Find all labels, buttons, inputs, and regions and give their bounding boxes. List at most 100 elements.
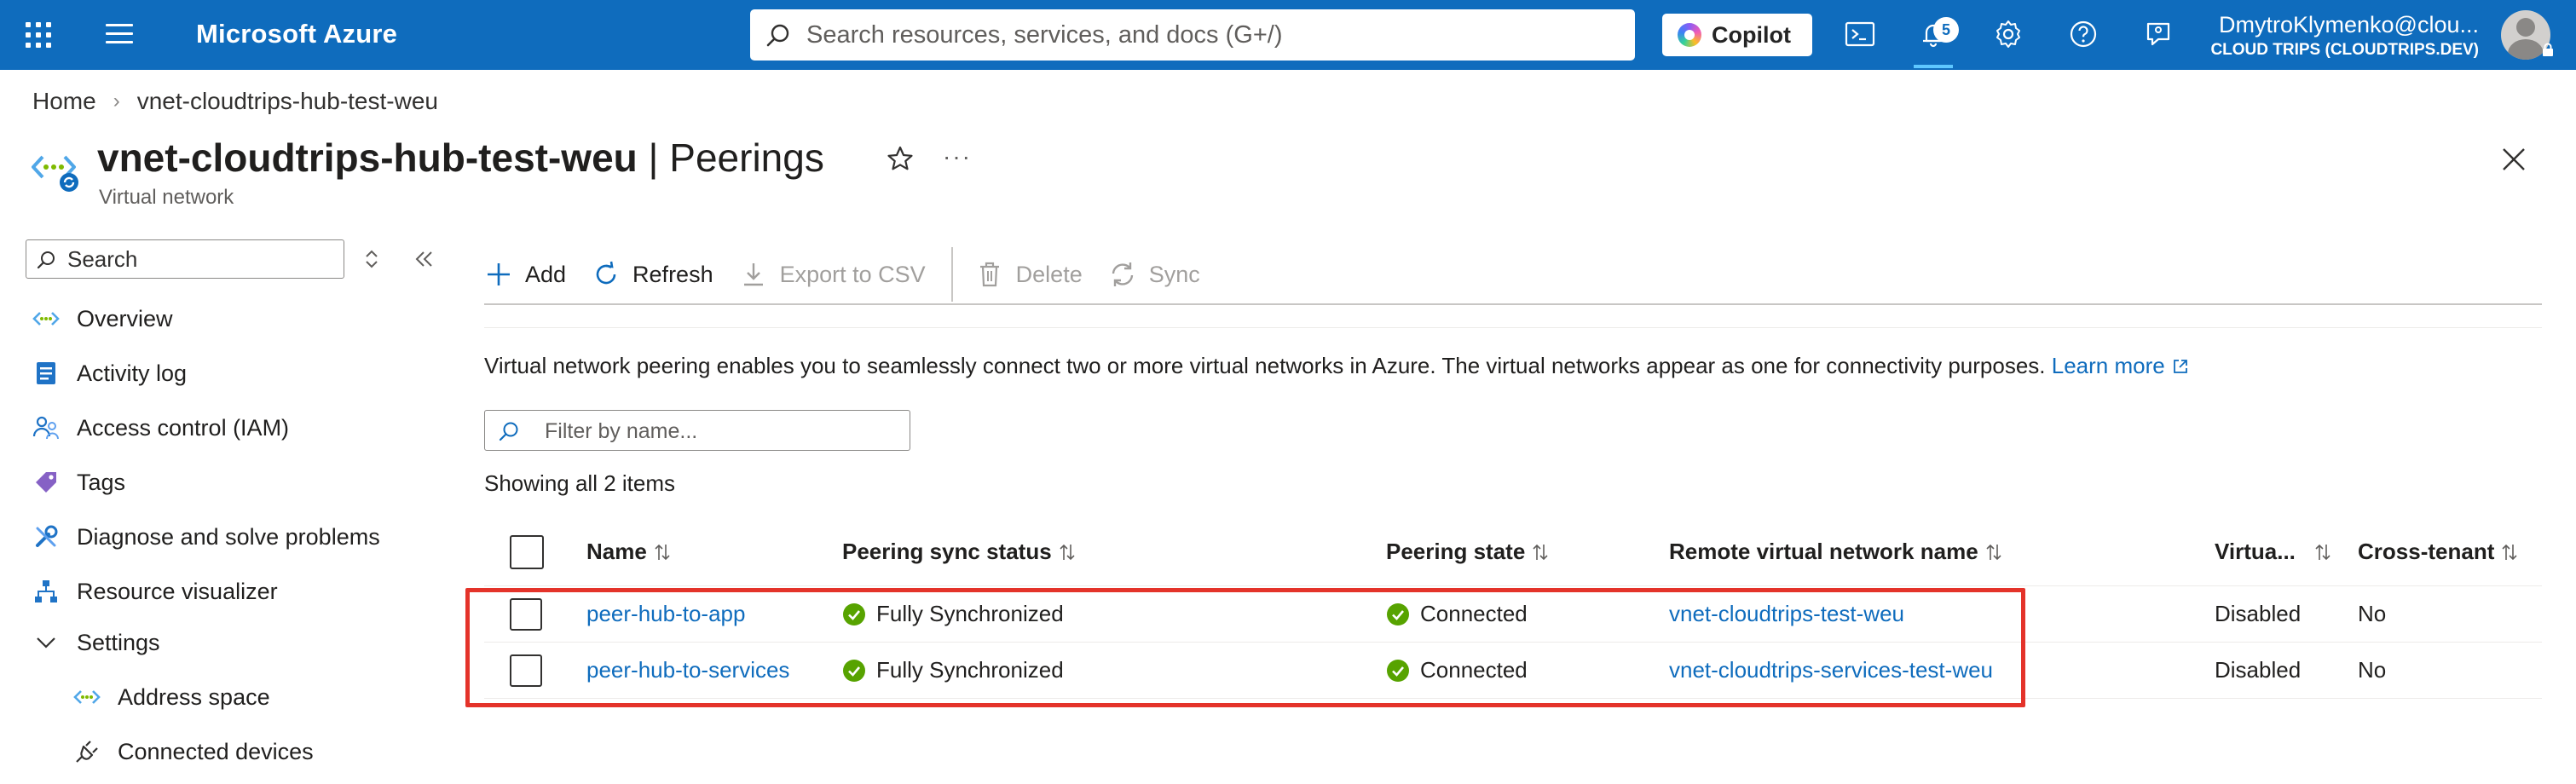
tag-icon <box>36 472 56 493</box>
remote-vnet-link[interactable]: vnet-cloudtrips-services-test-weu <box>1669 643 1993 698</box>
plus-icon <box>488 263 510 285</box>
brand-title[interactable]: Microsoft Azure <box>196 19 397 49</box>
nav-item-address-space[interactable]: Address space <box>73 683 270 711</box>
row-checkbox[interactable] <box>510 654 542 687</box>
select-all-checkbox[interactable] <box>510 534 544 569</box>
global-search[interactable] <box>750 9 1635 61</box>
column-header-label: Remote virtual network name <box>1669 539 1978 564</box>
column-header-virtual[interactable]: Virtua... <box>2215 518 2331 585</box>
cloud-shell-icon[interactable] <box>1843 17 1877 51</box>
nav-group-label: Settings <box>77 629 160 655</box>
column-header-peering-state[interactable]: Peering state <box>1386 518 1549 585</box>
feedback-icon[interactable] <box>2141 17 2175 51</box>
peering-name-link[interactable]: peer-hub-to-services <box>586 643 789 698</box>
row-select-cell <box>510 643 542 698</box>
search-icon <box>766 24 789 47</box>
breadcrumb-separator-icon: › <box>113 89 120 112</box>
more-actions-icon[interactable]: ··· <box>943 143 972 170</box>
peerings-table: Name Peering sync status Peering state R… <box>484 518 2542 699</box>
virtual-network-icon <box>32 155 78 192</box>
sort-icon[interactable] <box>361 247 382 271</box>
column-header-cross-tenant[interactable]: Cross-tenant <box>2358 518 2518 585</box>
visualizer-icon <box>35 580 57 602</box>
column-header-name[interactable]: Name <box>586 518 671 585</box>
resource-name: vnet-cloudtrips-hub-test-weu <box>97 135 638 180</box>
export-csv-button[interactable]: Export to CSV <box>739 260 926 289</box>
sync-icon <box>1112 262 1133 286</box>
title-separator: | <box>637 135 670 180</box>
peering-state-text: Connected <box>1420 657 1528 683</box>
learn-more-link[interactable]: Learn more <box>2052 353 2189 378</box>
refresh-icon <box>596 261 616 285</box>
sort-icon <box>1986 544 2001 560</box>
learn-more-label: Learn more <box>2051 353 2165 378</box>
refresh-button[interactable]: Refresh <box>592 260 713 289</box>
page-title: vnet-cloudtrips-hub-test-weu | Peerings <box>97 135 824 181</box>
column-header-label: Peering sync status <box>842 539 1052 564</box>
sync-button[interactable]: Sync <box>1108 260 1200 289</box>
vnet-icon <box>32 312 60 326</box>
command-divider <box>950 247 953 302</box>
table-row[interactable]: peer-hub-to-app Fully Synchronized Conne… <box>484 586 2542 643</box>
nav-item-label: Activity log <box>77 360 188 386</box>
help-icon[interactable] <box>2066 17 2100 51</box>
search-icon <box>499 422 518 441</box>
column-header-label: Cross-tenant <box>2358 539 2495 564</box>
nav-item-resource-visualizer[interactable]: Resource visualizer <box>32 578 278 605</box>
favorite-star-icon[interactable] <box>887 145 914 172</box>
breadcrumb-home[interactable]: Home <box>32 88 96 115</box>
nav-group-settings[interactable]: Settings <box>32 629 160 656</box>
nav-item-connected-devices[interactable]: Connected devices <box>73 738 314 765</box>
resource-type: Virtual network <box>99 186 234 209</box>
sync-label: Sync <box>1148 261 1200 287</box>
close-icon[interactable] <box>2501 147 2527 172</box>
peering-state-cell: Connected <box>1386 586 1528 642</box>
table-header: Name Peering sync status Peering state R… <box>484 518 2542 586</box>
column-header-sync-status[interactable]: Peering sync status <box>842 518 1076 585</box>
portal-menu-icon[interactable] <box>106 24 133 44</box>
column-header-label: Name <box>586 539 647 564</box>
info-text: Virtual network peering enables you to s… <box>484 353 2189 379</box>
nav-item-diagnose[interactable]: Diagnose and solve problems <box>32 523 380 551</box>
user-directory: CLOUD TRIPS (CLOUDTRIPS.DEV) <box>2210 41 2479 59</box>
peering-state-cell: Connected <box>1386 643 1528 698</box>
sort-icon <box>655 544 670 560</box>
column-header-remote-vnet[interactable]: Remote virtual network name <box>1669 518 2002 585</box>
peering-name-link[interactable]: peer-hub-to-app <box>586 586 745 642</box>
row-select-cell <box>510 586 542 642</box>
settings-gear-icon[interactable] <box>1991 17 2025 51</box>
nav-item-access-control[interactable]: Access control (IAM) <box>32 414 289 441</box>
copilot-button[interactable]: Copilot <box>1662 14 1812 56</box>
account-info[interactable]: DmytroKlymenko@clou... CLOUD TRIPS (CLOU… <box>2206 12 2479 60</box>
trash-icon <box>979 262 999 287</box>
collapse-nav-icon[interactable] <box>414 249 435 269</box>
select-all-cell <box>510 518 544 585</box>
copilot-label: Copilot <box>1712 21 1791 48</box>
app-launcher-icon[interactable] <box>26 22 51 48</box>
remote-vnet-link[interactable]: vnet-cloudtrips-test-weu <box>1669 586 1904 642</box>
sync-status-cell: Fully Synchronized <box>842 643 1064 698</box>
peering-state-text: Connected <box>1420 601 1528 626</box>
breadcrumb-current[interactable]: vnet-cloudtrips-hub-test-weu <box>137 88 438 115</box>
sync-status-cell: Fully Synchronized <box>842 586 1064 642</box>
nav-item-label: Connected devices <box>118 738 314 764</box>
nav-search-input[interactable] <box>67 245 332 273</box>
cross-tenant-cell: No <box>2358 601 2387 626</box>
activity-log-icon <box>37 362 55 384</box>
table-row[interactable]: peer-hub-to-services Fully Synchronized … <box>484 643 2542 699</box>
nav-item-label: Access control (IAM) <box>77 414 290 441</box>
nav-item-overview[interactable]: Overview <box>32 305 173 332</box>
add-button[interactable]: Add <box>484 260 566 289</box>
nav-item-activity-log[interactable]: Activity log <box>32 360 187 387</box>
copilot-icon <box>1678 23 1701 47</box>
global-search-input[interactable] <box>806 18 1608 52</box>
row-checkbox[interactable] <box>510 597 542 631</box>
delete-button[interactable]: Delete <box>975 260 1083 289</box>
nav-item-tags[interactable]: Tags <box>32 469 125 496</box>
nav-search[interactable] <box>26 239 344 279</box>
filter-box[interactable] <box>484 410 910 451</box>
command-bar-divider <box>484 303 2542 305</box>
filter-input[interactable] <box>545 418 894 445</box>
search-icon <box>37 251 55 269</box>
virtual-cell: Disabled <box>2215 657 2302 683</box>
